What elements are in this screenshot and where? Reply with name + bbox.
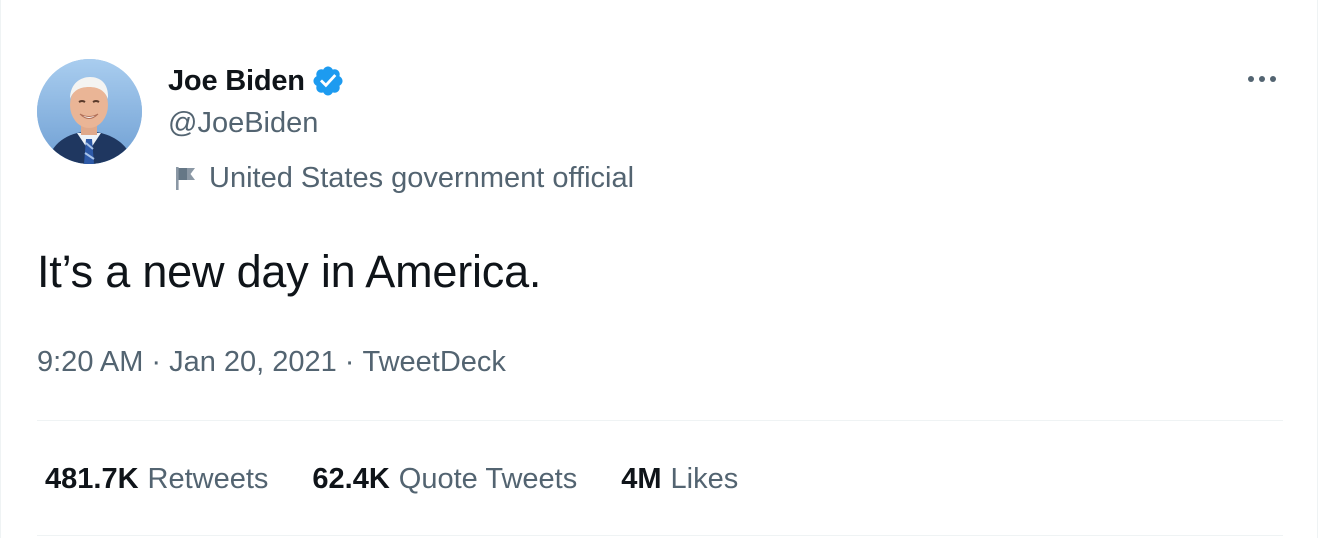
author-handle[interactable]: @JoeBiden (168, 107, 318, 140)
author-display-name[interactable]: Joe Biden (168, 65, 305, 98)
stat-quote-tweets[interactable]: 62.4K Quote Tweets (312, 463, 577, 496)
verified-badge-icon[interactable] (311, 64, 345, 98)
divider (37, 420, 1283, 421)
tweet-stats: 481.7K Retweets 62.4K Quote Tweets 4M Li… (45, 458, 738, 500)
tweet-text: It’s a new day in America. (37, 246, 542, 297)
account-label[interactable]: United States government official (171, 160, 634, 196)
tweet-date[interactable]: Jan 20, 2021 (169, 346, 337, 379)
more-horizontal-icon (1246, 71, 1278, 89)
stat-quote-tweets-label: Quote Tweets (398, 462, 578, 495)
avatar-image (37, 59, 142, 164)
stat-likes-label: Likes (670, 462, 739, 495)
divider (37, 535, 1283, 536)
tweet-card: Joe Biden @JoeBiden United States govern… (0, 0, 1318, 538)
author-name-row[interactable]: Joe Biden (168, 62, 345, 100)
stat-retweets[interactable]: 481.7K Retweets (45, 463, 268, 496)
more-options-button[interactable] (1239, 62, 1285, 98)
stat-retweets-label: Retweets (147, 462, 269, 495)
avatar[interactable] (37, 59, 142, 164)
tweet-metadata: 9:20 AM · Jan 20, 2021 · TweetDeck (37, 342, 506, 382)
stat-likes-count: 4M (621, 462, 662, 495)
meta-separator: · (344, 345, 355, 378)
meta-separator: · (151, 345, 162, 378)
stat-quote-tweets-count: 62.4K (312, 462, 390, 495)
stat-retweets-count: 481.7K (45, 462, 139, 495)
stat-likes[interactable]: 4M Likes (621, 463, 738, 496)
flag-icon (171, 164, 199, 192)
tweet-source[interactable]: TweetDeck (362, 346, 505, 379)
account-label-text: United States government official (209, 161, 635, 194)
tweet-time[interactable]: 9:20 AM (37, 346, 143, 379)
